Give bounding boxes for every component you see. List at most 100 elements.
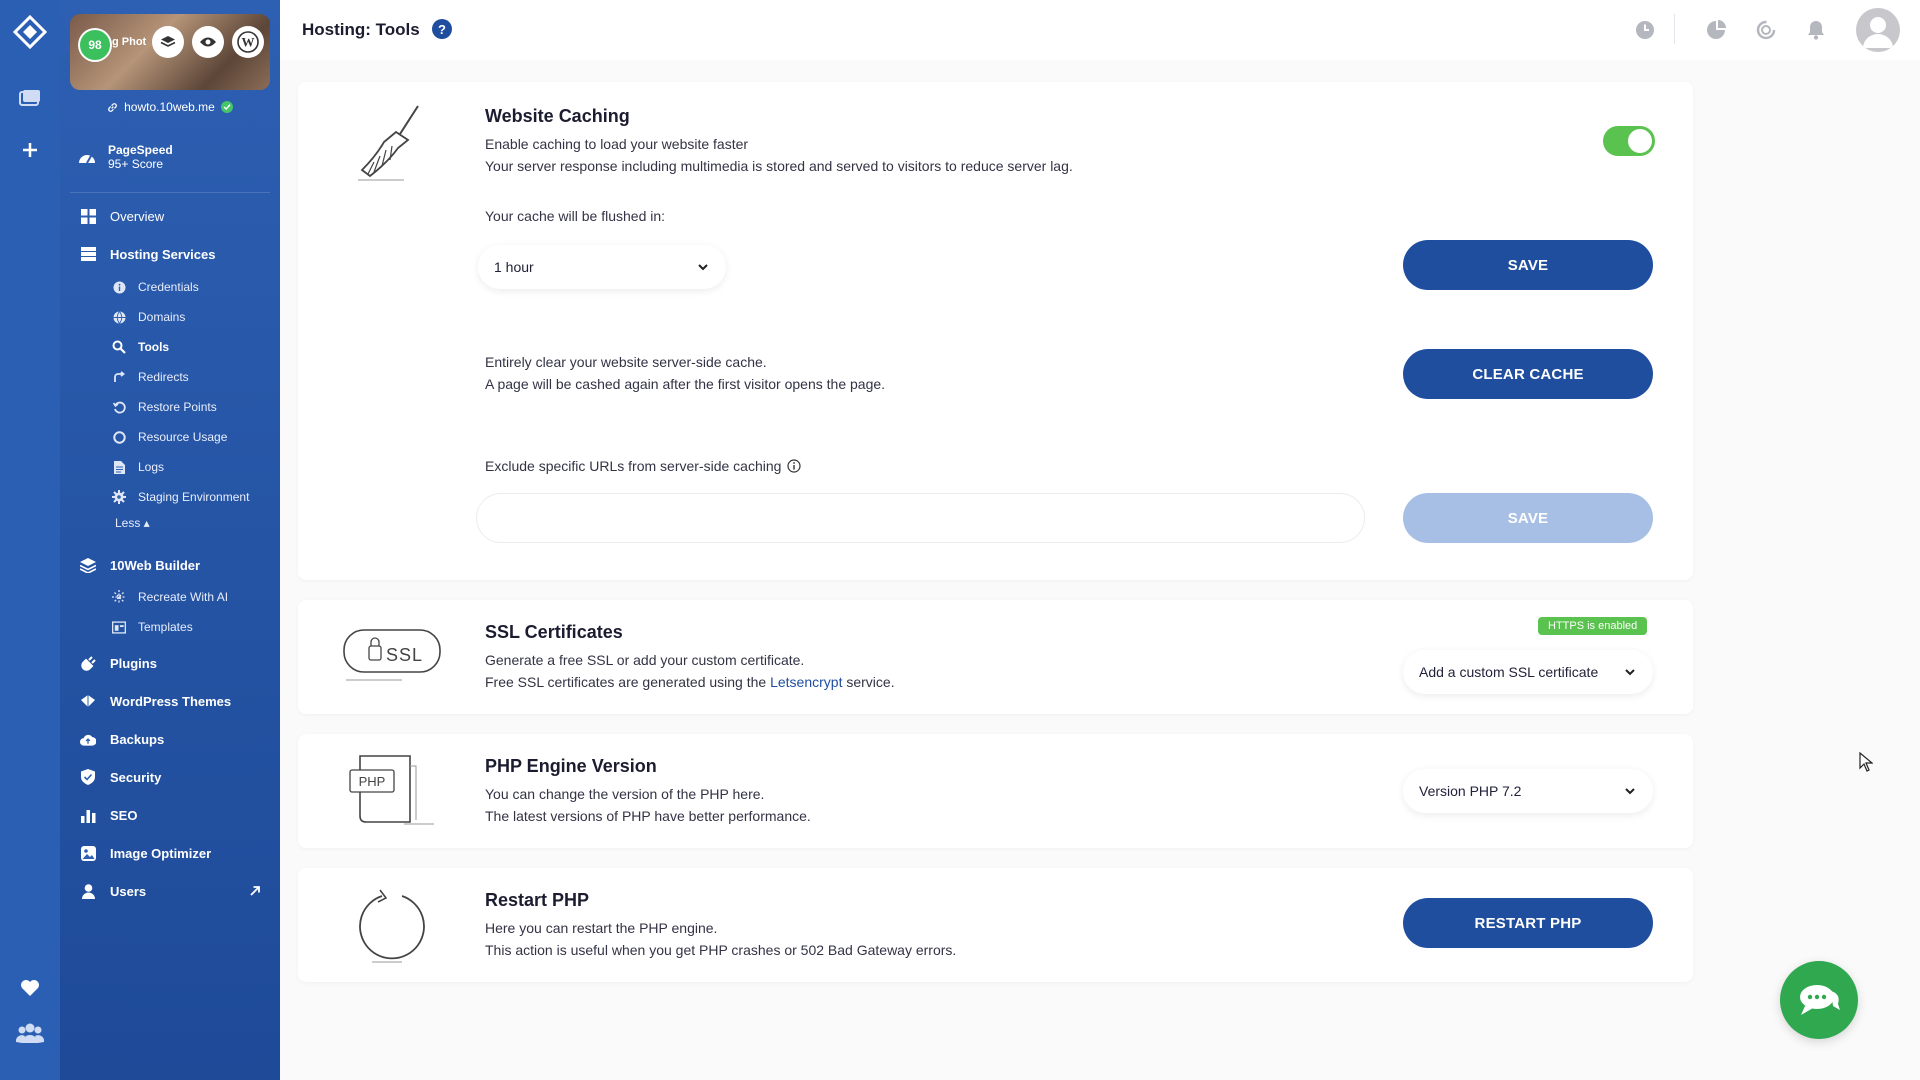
restart-php-button[interactable]: RESTART PHP <box>1403 898 1653 948</box>
php-file-icon: PHP <box>346 752 436 833</box>
mouse-cursor-icon <box>1859 751 1874 777</box>
site-thumbnail-text: g Phot <box>112 36 147 48</box>
broom-icon <box>356 104 432 187</box>
sidebar-item-security[interactable]: Security <box>60 767 280 787</box>
chevron-down-icon <box>1625 787 1635 794</box>
restart-icon <box>352 888 432 969</box>
sidebar-item-resource-usage[interactable]: Resource Usage <box>60 428 280 446</box>
ssl-icon: SSL <box>342 626 446 689</box>
sidebar-item-wordpress-themes[interactable]: WordPress Themes <box>60 691 280 711</box>
chat-button[interactable] <box>1780 961 1858 1039</box>
restart-title: Restart PHP <box>485 890 590 910</box>
clear-description-2: A page will be cashed again after the fi… <box>485 376 886 392</box>
clock-icon[interactable] <box>1633 18 1657 42</box>
site-domain[interactable]: howto.10web.me <box>60 100 280 114</box>
info-icon[interactable] <box>787 459 802 473</box>
restart-description-1: Here you can restart the PHP engine. <box>485 920 718 936</box>
caching-description-2: Your server response including multimedi… <box>485 158 1073 174</box>
shield-icon <box>80 769 96 785</box>
php-description-1: You can change the version of the PHP he… <box>485 786 765 802</box>
heart-icon[interactable] <box>0 976 60 1000</box>
sparkle-icon <box>112 590 126 604</box>
external-link-icon <box>250 884 260 899</box>
php-version-select[interactable]: Version PHP 7.2 <box>1403 769 1653 813</box>
wordpress-icon[interactable]: W <box>232 26 264 58</box>
sidebar: 98 g Phot W howto.10web.me PageSpeed 95+ … <box>60 0 280 1080</box>
score-badge: 98 <box>78 28 112 62</box>
top-header: Hosting: Tools ? <box>280 0 1920 60</box>
header-divider <box>1674 14 1675 44</box>
layers-icon <box>80 557 96 573</box>
svg-text:PHP: PHP <box>359 774 386 789</box>
ssl-description-2: Free SSL certificates are generated usin… <box>485 674 895 690</box>
php-title: PHP Engine Version <box>485 756 657 776</box>
sidebar-item-staging[interactable]: Staging Environment <box>60 488 280 506</box>
user-icon <box>80 883 96 899</box>
add-icon[interactable] <box>0 138 60 162</box>
sidebar-item-users[interactable]: Users <box>60 881 280 901</box>
svg-text:W: W <box>242 35 255 50</box>
toggle-knob <box>1628 129 1652 153</box>
ssl-description-1: Generate a free SSL or add your custom c… <box>485 652 805 668</box>
globe-icon <box>112 310 126 324</box>
activity-icon[interactable] <box>1754 18 1778 42</box>
chevron-down-icon <box>698 263 708 270</box>
caching-toggle[interactable] <box>1603 126 1655 156</box>
restart-description-2: This action is useful when you get PHP c… <box>485 942 957 958</box>
layers-icon[interactable] <box>152 26 184 58</box>
sidebar-item-overview[interactable]: Overview <box>60 206 280 226</box>
restore-icon <box>112 400 126 414</box>
backup-icon <box>80 731 96 747</box>
save-flush-button[interactable]: SAVE <box>1403 240 1653 290</box>
sidebar-item-logs[interactable]: Logs <box>60 458 280 476</box>
team-icon[interactable] <box>0 1020 60 1046</box>
chat-icon <box>1800 985 1840 1015</box>
user-avatar[interactable] <box>1856 8 1900 52</box>
help-icon[interactable]: ? <box>432 19 452 39</box>
clear-cache-button[interactable]: CLEAR CACHE <box>1403 349 1653 399</box>
ssl-certificate-select[interactable]: Add a custom SSL certificate <box>1403 650 1653 694</box>
pagespeed-subtitle: 95+ Score <box>108 157 164 171</box>
sidebar-item-tools[interactable]: Tools <box>60 338 280 356</box>
gear-icon <box>112 490 126 504</box>
app-rail <box>0 0 60 1080</box>
sidebar-item-plugins[interactable]: Plugins <box>60 653 280 673</box>
caching-title: Website Caching <box>485 106 630 126</box>
page-title: Hosting: Tools <box>302 20 420 39</box>
sidebar-item-credentials[interactable]: Credentials <box>60 278 280 296</box>
image-icon <box>80 845 96 861</box>
sidebar-item-image-optimizer[interactable]: Image Optimizer <box>60 843 280 863</box>
save-exclude-button[interactable]: SAVE <box>1403 493 1653 543</box>
sidebar-item-templates[interactable]: Templates <box>60 618 280 636</box>
bell-icon[interactable] <box>1804 18 1828 42</box>
sidebar-item-restore-points[interactable]: Restore Points <box>60 398 280 416</box>
tools-icon <box>112 340 126 354</box>
sidebar-item-recreate-ai[interactable]: Recreate With AI <box>60 588 280 606</box>
brush-icon <box>80 693 96 709</box>
sidebar-item-domains[interactable]: Domains <box>60 308 280 326</box>
logo-icon[interactable] <box>0 14 60 50</box>
grid-icon <box>80 208 96 224</box>
chevron-down-icon <box>1625 668 1635 675</box>
clear-description-1: Entirely clear your website server-side … <box>485 354 767 370</box>
eye-icon[interactable] <box>192 26 224 58</box>
bar-chart-icon <box>80 807 96 823</box>
pagespeed-score[interactable]: PageSpeed 95+ Score <box>78 143 173 171</box>
pie-chart-icon[interactable] <box>1704 18 1728 42</box>
sidebar-item-10web-builder[interactable]: 10Web Builder <box>60 555 280 575</box>
site-thumbnail[interactable]: 98 g Phot W <box>70 14 270 90</box>
letsencrypt-link[interactable]: Letsencrypt <box>770 674 842 690</box>
caching-description-1: Enable caching to load your website fast… <box>485 136 749 152</box>
websites-icon[interactable] <box>0 86 60 110</box>
verified-icon <box>220 101 233 113</box>
https-status-badge: HTTPS is enabled <box>1538 617 1648 635</box>
sidebar-item-backups[interactable]: Backups <box>60 729 280 749</box>
sidebar-item-hosting-services[interactable]: Hosting Services <box>60 244 280 264</box>
pagespeed-title: PageSpeed <box>108 143 173 157</box>
sidebar-item-redirects[interactable]: Redirects <box>60 368 280 386</box>
sidebar-item-seo[interactable]: SEO <box>60 805 280 825</box>
sidebar-less-toggle[interactable]: Less ▴ <box>60 514 280 532</box>
link-icon <box>108 102 117 112</box>
exclude-urls-input[interactable] <box>476 493 1365 543</box>
flush-interval-select[interactable]: 1 hour <box>478 245 726 289</box>
